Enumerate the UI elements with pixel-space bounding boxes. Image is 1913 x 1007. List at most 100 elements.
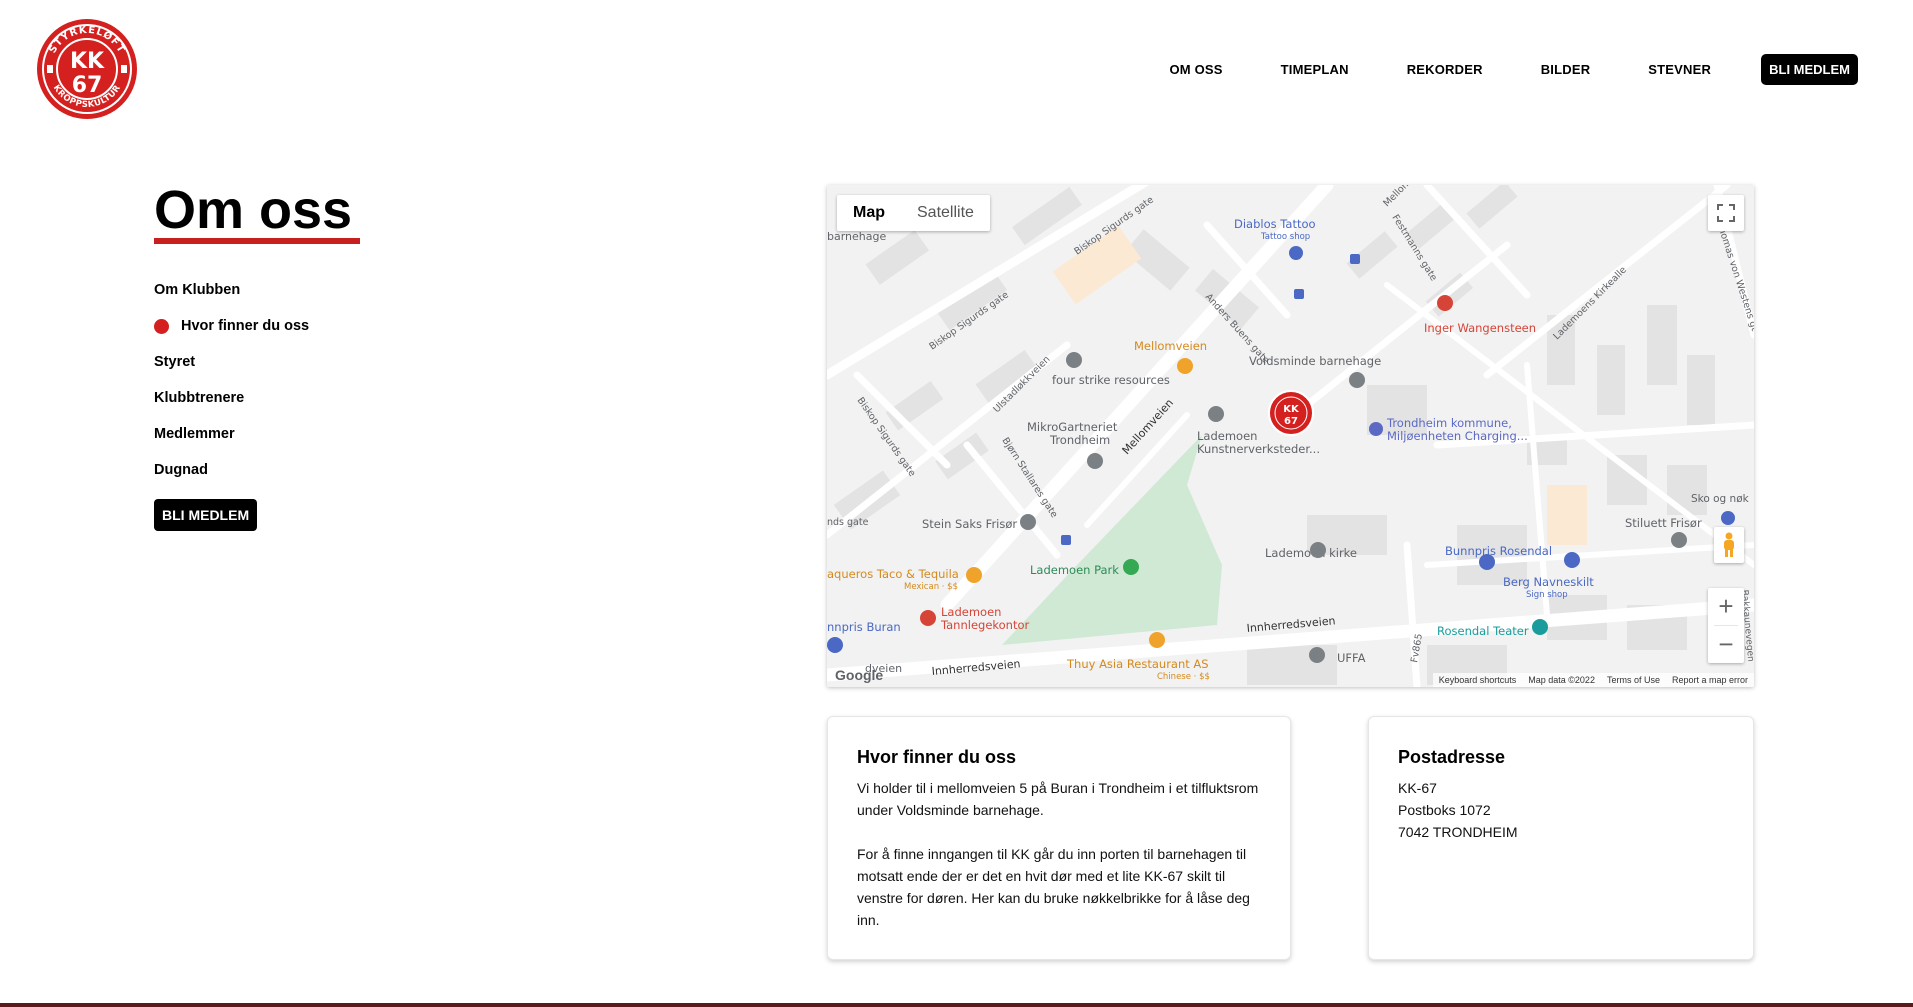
svg-text:Rosendal Teater: Rosendal Teater [1437,624,1529,638]
footer-bar [0,1003,1913,1007]
nav-stevner[interactable]: STEVNER [1648,62,1711,77]
svg-text:Mellomveien: Mellomveien [1120,396,1176,457]
svg-text:Mellomveien: Mellomveien [1134,339,1207,353]
minus-icon: − [1718,629,1734,659]
side-nav-label: Om Klubben [154,282,241,298]
svg-text:Voldsminde barnehage: Voldsminde barnehage [1249,354,1381,368]
svg-text:Stiluett Frisør: Stiluett Frisør [1625,516,1702,530]
svg-text:Biskop Sigurds gate: Biskop Sigurds gate [1072,194,1155,257]
side-nav-medlemmer[interactable]: Medlemmer [154,416,309,452]
svg-text:Trondheim kommune,: Trondheim kommune, [1386,416,1512,430]
plus-icon: + [1718,591,1734,621]
side-nav: Om Klubben Hvor finner du oss Styret Klu… [154,272,309,488]
svg-text:Tannlegekontor: Tannlegekontor [940,618,1030,632]
svg-text:Stein Saks Frisør: Stein Saks Frisør [922,517,1017,531]
svg-text:Ulstadløkkveien: Ulstadløkkveien [991,354,1052,415]
svg-text:67: 67 [1284,416,1298,427]
title-underline [154,238,360,244]
svg-text:aqueros Taco & Tequila: aqueros Taco & Tequila [827,567,959,581]
svg-text:Lademoen: Lademoen [1197,429,1257,443]
map-data-text: Map data ©2022 [1528,675,1595,685]
logo-number-text: 67 [72,73,103,98]
nav-timeplan[interactable]: TIMEPLAN [1281,62,1349,77]
active-dot-icon [154,318,169,334]
kk67-logo-icon: STYRKELØFT KROPPSKULTUR KK 67 [37,19,137,119]
fullscreen-icon [1717,204,1735,222]
svg-text:Lademoen Park: Lademoen Park [1030,563,1119,577]
page-title: Om oss [154,180,353,240]
street-view-pegman-button[interactable] [1714,527,1744,563]
svg-text:Biskop Sigurds gate: Biskop Sigurds gate [927,289,1010,352]
svg-text:Thuy Asia Restaurant AS: Thuy Asia Restaurant AS [1066,657,1209,671]
side-nav-dugnad[interactable]: Dugnad [154,452,309,488]
nav-bli-medlem-button[interactable]: BLI MEDLEM [1761,54,1858,85]
svg-text:Biskop Sigurds gate: Biskop Sigurds gate [855,395,918,478]
svg-text:MikroGartneriet: MikroGartneriet [1027,420,1118,434]
map-type-satellite-button[interactable]: Satellite [901,195,990,231]
side-nav-om-klubben[interactable]: Om Klubben [154,272,309,308]
location-card-paragraph-2: For å finne inngangen til KK går du inn … [857,846,1250,928]
pegman-icon [1724,532,1734,557]
postal-line-3: 7042 TRONDHEIM [1398,824,1518,840]
svg-text:four strike resources: four strike resources [1052,373,1170,387]
svg-text:Mellomv: Mellomv [1381,185,1417,209]
svg-text:Fv865: Fv865 [1409,633,1425,664]
terms-of-use-link[interactable]: Terms of Use [1601,675,1666,685]
svg-text:Chinese · $$: Chinese · $$ [1157,672,1210,682]
side-nav-klubbtrenere[interactable]: Klubbtrenere [154,380,309,416]
location-card-title: Hvor finner du oss [857,747,1017,767]
club-logo[interactable]: STYRKELØFT KROPPSKULTUR KK 67 [36,18,138,120]
side-nav-label: Klubbtrenere [154,390,245,406]
kk67-map-marker-icon: KK 67 [1268,390,1314,436]
svg-text:Innherredsveien: Innherredsveien [1246,614,1336,635]
fullscreen-button[interactable] [1708,195,1744,231]
svg-text:Inger Wangensteen: Inger Wangensteen [1424,321,1536,335]
map-labels: barnehage Biskop Sigurds gate Biskop Sig… [827,185,1754,682]
side-bli-medlem-button[interactable]: BLI MEDLEM [154,499,258,531]
postal-address-card: Postadresse KK-67 Postboks 1072 7042 TRO… [1368,716,1754,960]
svg-text:Mexican · $$: Mexican · $$ [904,582,958,592]
svg-text:KK: KK [1283,404,1300,415]
main-nav: OM OSS TIMEPLAN REKORDER BILDER STEVNER … [1111,54,1858,85]
map-type-control: Map Satellite [837,195,990,231]
keyboard-shortcuts-link[interactable]: Keyboard shortcuts [1433,675,1523,685]
nav-bilder[interactable]: BILDER [1541,62,1591,77]
svg-text:Tattoo shop: Tattoo shop [1260,232,1310,242]
svg-text:UFFA: UFFA [1337,651,1366,665]
nav-om-oss[interactable]: OM OSS [1169,62,1222,77]
svg-text:Innherredsveien: Innherredsveien [931,657,1021,678]
google-map[interactable]: barnehage Biskop Sigurds gate Biskop Sig… [827,185,1754,687]
side-nav-hvor-finner-du-oss[interactable]: Hvor finner du oss [154,308,309,344]
svg-text:Lademoens Kirkealle: Lademoens Kirkealle [1551,264,1629,342]
side-nav-label: Styret [154,354,196,370]
svg-text:Berg Navneskilt: Berg Navneskilt [1503,575,1594,589]
google-logo[interactable]: Google [835,667,883,683]
svg-text:Festmanns gate: Festmanns gate [1389,213,1439,283]
svg-text:Bjørn Stallares gate: Bjørn Stallares gate [999,436,1059,520]
map-type-map-button[interactable]: Map [837,195,901,231]
svg-text:Thomas von Westens gt: Thomas von Westens gt [1714,220,1754,333]
report-map-error-link[interactable]: Report a map error [1666,675,1754,685]
postal-card-title: Postadresse [1398,747,1506,767]
svg-text:nds gate: nds gate [827,517,869,528]
zoom-control: + − [1708,588,1744,663]
side-nav-label: Dugnad [154,462,208,478]
zoom-out-button[interactable]: − [1708,626,1744,663]
side-nav-styret[interactable]: Styret [154,344,309,380]
svg-text:Sign shop: Sign shop [1526,590,1568,600]
svg-text:Sko og nøk: Sko og nøk [1691,493,1750,505]
postal-line-1: KK-67 [1398,780,1437,796]
svg-text:nnpris Buran: nnpris Buran [827,620,901,634]
svg-text:Diablos Tattoo: Diablos Tattoo [1234,217,1316,231]
svg-text:barnehage: barnehage [827,230,886,243]
svg-text:Trondheim: Trondheim [1049,433,1110,447]
svg-text:Miljøenheten Charging...: Miljøenheten Charging... [1387,429,1528,443]
svg-text:Lademoen: Lademoen [941,605,1001,619]
zoom-in-button[interactable]: + [1708,588,1744,625]
svg-text:Kunstnerverksteder...: Kunstnerverksteder... [1197,442,1320,456]
location-card: Hvor finner du oss Vi holder til i mello… [827,716,1291,960]
nav-rekorder[interactable]: REKORDER [1407,62,1483,77]
side-nav-label: Medlemmer [154,426,235,442]
postal-line-2: Postboks 1072 [1398,802,1491,818]
